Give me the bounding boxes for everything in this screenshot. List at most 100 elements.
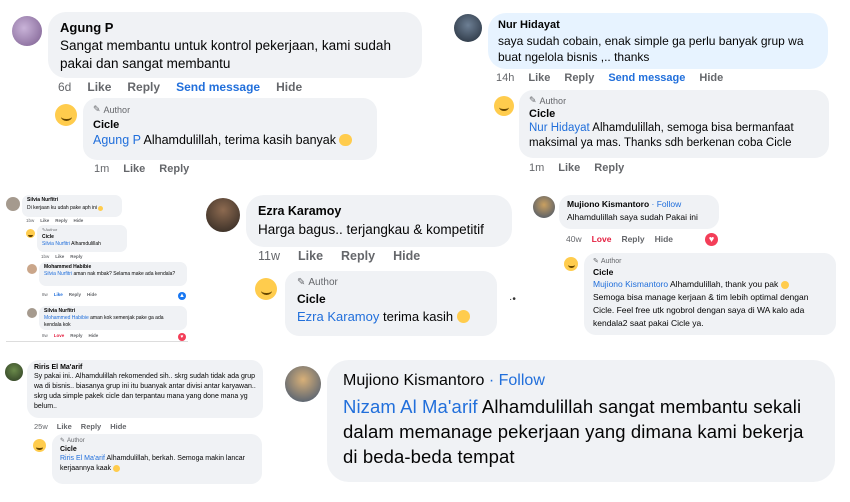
mention-link[interactable]: Silvia Nurfitri bbox=[42, 241, 70, 247]
avatar[interactable] bbox=[27, 308, 37, 318]
commenter-name[interactable]: Mujiono Kismantoro bbox=[567, 199, 649, 209]
mention-link[interactable]: Nur Hidayat bbox=[529, 122, 590, 134]
replier-name[interactable]: Cicle bbox=[593, 267, 827, 277]
send-message-button[interactable]: Send message bbox=[608, 72, 685, 84]
like-button[interactable]: Like bbox=[57, 422, 72, 431]
reply-button[interactable]: Reply bbox=[564, 72, 594, 84]
reply-button[interactable]: Reply bbox=[69, 292, 81, 297]
like-button[interactable]: Like bbox=[54, 292, 63, 297]
mention-link[interactable]: Nizam Al Ma'arif bbox=[343, 396, 478, 417]
cicle-avatar-icon[interactable] bbox=[564, 257, 578, 271]
comment-actions: 6d Like Reply Send message Hide bbox=[58, 80, 302, 94]
timestamp[interactable]: 8w bbox=[42, 292, 48, 297]
hide-button[interactable]: Hide bbox=[87, 292, 97, 297]
cicle-avatar-icon[interactable] bbox=[26, 229, 35, 238]
hide-button[interactable]: Hide bbox=[393, 249, 420, 263]
timestamp[interactable]: 6d bbox=[58, 80, 71, 94]
avatar[interactable] bbox=[12, 16, 42, 46]
more-icon[interactable]: ·• bbox=[509, 294, 516, 305]
cicle-avatar-icon[interactable] bbox=[255, 278, 277, 300]
cicle-avatar-icon[interactable] bbox=[55, 104, 77, 126]
timestamp[interactable]: 8w bbox=[42, 333, 48, 338]
avatar[interactable] bbox=[285, 366, 321, 402]
comment-header: Mujiono Kismantoro · Follow bbox=[343, 372, 819, 390]
reply-button[interactable]: Reply bbox=[81, 422, 101, 431]
like-button[interactable]: Like bbox=[123, 163, 145, 175]
commenter-name[interactable]: Silvia Nurfitri bbox=[27, 197, 117, 203]
cicle-avatar-icon[interactable] bbox=[33, 439, 46, 452]
reply-button[interactable]: Reply bbox=[55, 218, 67, 223]
commenter-name[interactable]: Nur Hidayat bbox=[498, 19, 818, 31]
reply-button[interactable]: Reply bbox=[127, 80, 160, 94]
love-button[interactable]: Love bbox=[54, 333, 65, 338]
commenter-name[interactable]: Riris El Ma'arif bbox=[34, 364, 256, 371]
like-button[interactable]: Like bbox=[528, 72, 550, 84]
timestamp[interactable]: 25w bbox=[34, 422, 48, 431]
follow-button[interactable]: · Follow bbox=[489, 372, 545, 389]
mention-link[interactable]: Agung P bbox=[93, 133, 141, 147]
like-button[interactable]: Like bbox=[558, 162, 580, 174]
love-button[interactable]: Love bbox=[592, 234, 612, 244]
avatar[interactable] bbox=[454, 14, 482, 42]
like-button[interactable]: Like bbox=[298, 249, 323, 263]
hide-button[interactable]: Hide bbox=[110, 422, 126, 431]
hide-button[interactable]: Hide bbox=[699, 72, 723, 84]
like-button[interactable]: Like bbox=[40, 218, 49, 223]
timestamp[interactable]: 1bw bbox=[41, 254, 49, 259]
reply-button[interactable]: Reply bbox=[621, 234, 644, 244]
replier-name[interactable]: Cicle bbox=[60, 446, 254, 453]
comment-text: Sy pakai ini.. Alhamdulillah rekomended … bbox=[34, 373, 256, 410]
reply-button[interactable]: Reply bbox=[70, 333, 82, 338]
replier-name[interactable]: Cicle bbox=[42, 234, 122, 240]
reply-button[interactable]: Reply bbox=[159, 163, 189, 175]
author-badge: ✎ Author bbox=[93, 104, 131, 115]
avatar[interactable] bbox=[206, 198, 240, 232]
author-badge: ✎ Author bbox=[593, 257, 622, 266]
timestamp[interactable]: 14h bbox=[496, 72, 514, 84]
replier-name[interactable]: Cicle bbox=[297, 292, 485, 306]
avatar[interactable] bbox=[5, 363, 23, 381]
comment-actions: 25w Like Reply Hide bbox=[34, 422, 126, 431]
replier-name[interactable]: Silvia Nurfitri bbox=[44, 308, 182, 314]
replier-name[interactable]: Mohammed Habibie bbox=[44, 264, 182, 270]
replier-name[interactable]: Cicle bbox=[529, 108, 819, 120]
reply-button[interactable]: Reply bbox=[341, 249, 375, 263]
author-badge: ✎ Author bbox=[60, 437, 85, 445]
send-message-button[interactable]: Send message bbox=[176, 80, 260, 94]
avatar[interactable] bbox=[27, 264, 37, 274]
reply-button[interactable]: Reply bbox=[70, 254, 82, 259]
follow-button[interactable]: · Follow bbox=[652, 199, 682, 209]
cicle-avatar-icon[interactable] bbox=[494, 96, 514, 116]
mention-link[interactable]: Riris El Ma'arif bbox=[60, 455, 105, 462]
mention-link[interactable]: Mujiono Kismantoro bbox=[593, 279, 668, 289]
reply-actions: 1bw Like Reply bbox=[41, 254, 83, 259]
reply-text: Riris El Ma'arif Alhamdulillah, berkah. … bbox=[60, 455, 245, 472]
avatar[interactable] bbox=[6, 197, 20, 211]
hide-button[interactable]: Hide bbox=[74, 218, 84, 223]
commenter-name[interactable]: Mujiono Kismantoro bbox=[343, 372, 484, 389]
smile-emoji-icon bbox=[339, 133, 352, 146]
reply-button[interactable]: Reply bbox=[594, 162, 624, 174]
commenter-name[interactable]: Agung P bbox=[60, 20, 410, 35]
timestamp[interactable]: 1m bbox=[94, 163, 109, 175]
pencil-icon: ✎ bbox=[529, 95, 537, 105]
hide-button[interactable]: Hide bbox=[276, 80, 302, 94]
hide-button[interactable]: Hide bbox=[89, 333, 99, 338]
comment-bubble: Riris El Ma'arif Sy pakai ini.. Alhamdul… bbox=[27, 360, 263, 418]
comment-bubble: Mujiono Kismantoro · Follow Alhamdulilla… bbox=[559, 195, 719, 229]
mention-link[interactable]: Silvia Nurfitri bbox=[44, 271, 72, 277]
timestamp[interactable]: 1bw bbox=[26, 218, 34, 223]
timestamp[interactable]: 1m bbox=[529, 162, 544, 174]
hide-button[interactable]: Hide bbox=[655, 234, 673, 244]
like-button[interactable]: Like bbox=[87, 80, 111, 94]
mention-link[interactable]: Ezra Karamoy bbox=[297, 309, 379, 324]
avatar[interactable] bbox=[533, 196, 555, 218]
mention-link[interactable]: Mohammed Habibie bbox=[44, 315, 89, 321]
like-button[interactable]: Like bbox=[55, 254, 64, 259]
comment-actions: 14h Like Reply Send message Hide bbox=[496, 72, 723, 84]
timestamp[interactable]: 11w bbox=[258, 249, 280, 263]
commenter-name[interactable]: Ezra Karamoy bbox=[258, 204, 500, 218]
timestamp[interactable]: 40w bbox=[566, 234, 582, 244]
replier-name[interactable]: Cicle bbox=[93, 119, 367, 131]
reply-text: Silvia Nurfitri aman nak mbak? Selama ma… bbox=[44, 271, 176, 277]
